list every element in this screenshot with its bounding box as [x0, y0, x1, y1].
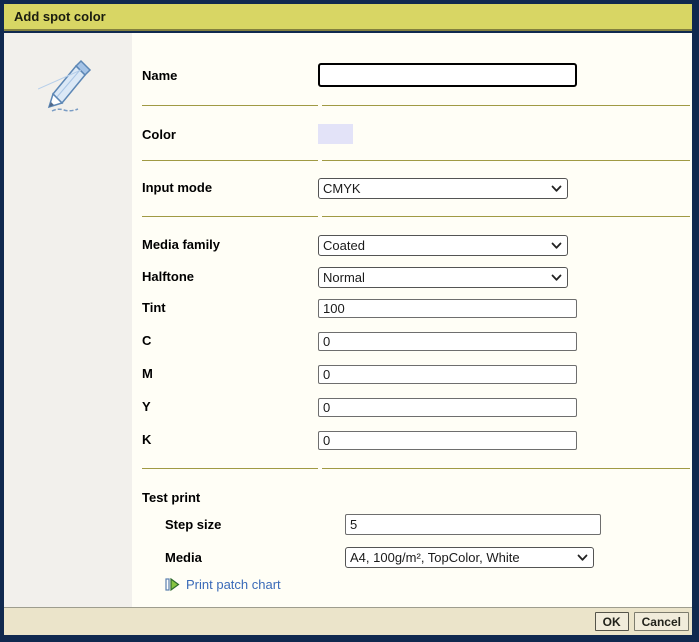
test-print-heading: Test print — [142, 490, 200, 505]
media-label: Media — [165, 550, 202, 565]
tint-label: Tint — [142, 300, 166, 315]
media-family-label: Media family — [142, 237, 220, 252]
step-size-label: Step size — [165, 517, 221, 532]
halftone-select[interactable]: Normal — [318, 267, 568, 288]
dialog-titlebar: Add spot color — [4, 4, 692, 31]
name-label: Name — [142, 68, 177, 83]
separator — [142, 160, 318, 161]
pencil-icon — [38, 55, 96, 122]
y-label: Y — [142, 399, 151, 414]
y-input[interactable] — [318, 398, 577, 417]
k-input[interactable] — [318, 431, 577, 450]
input-mode-label: Input mode — [142, 180, 212, 195]
name-input[interactable] — [318, 63, 577, 87]
media-select[interactable]: A4, 100g/m², TopColor, White — [345, 547, 594, 568]
step-size-input[interactable] — [345, 514, 601, 535]
dialog-sidebar — [4, 33, 132, 607]
color-swatch — [318, 124, 353, 144]
dialog-form: Name Color Input mode CMYK Media family … — [132, 33, 692, 607]
separator — [322, 468, 690, 469]
separator — [142, 216, 318, 217]
add-spot-color-dialog: Add spot color Name — [0, 0, 699, 642]
cancel-button[interactable]: Cancel — [634, 612, 689, 631]
print-patch-chart-label: Print patch chart — [186, 577, 281, 592]
c-input[interactable] — [318, 332, 577, 351]
separator — [322, 105, 690, 106]
tint-input[interactable] — [318, 299, 577, 318]
k-label: K — [142, 432, 151, 447]
green-play-icon — [165, 577, 180, 592]
ok-button[interactable]: OK — [595, 612, 629, 631]
dialog-footer: OK Cancel — [4, 607, 692, 635]
m-input[interactable] — [318, 365, 577, 384]
dialog-content: Name Color Input mode CMYK Media family … — [4, 33, 692, 607]
separator — [322, 160, 690, 161]
separator — [142, 468, 318, 469]
m-label: M — [142, 366, 153, 381]
input-mode-select[interactable]: CMYK — [318, 178, 568, 199]
halftone-label: Halftone — [142, 269, 194, 284]
color-label: Color — [142, 127, 176, 142]
c-label: C — [142, 333, 151, 348]
separator — [142, 105, 318, 106]
print-patch-chart-link[interactable]: Print patch chart — [165, 577, 281, 592]
separator — [322, 216, 690, 217]
media-family-select[interactable]: Coated — [318, 235, 568, 256]
dialog-title: Add spot color — [14, 9, 106, 24]
